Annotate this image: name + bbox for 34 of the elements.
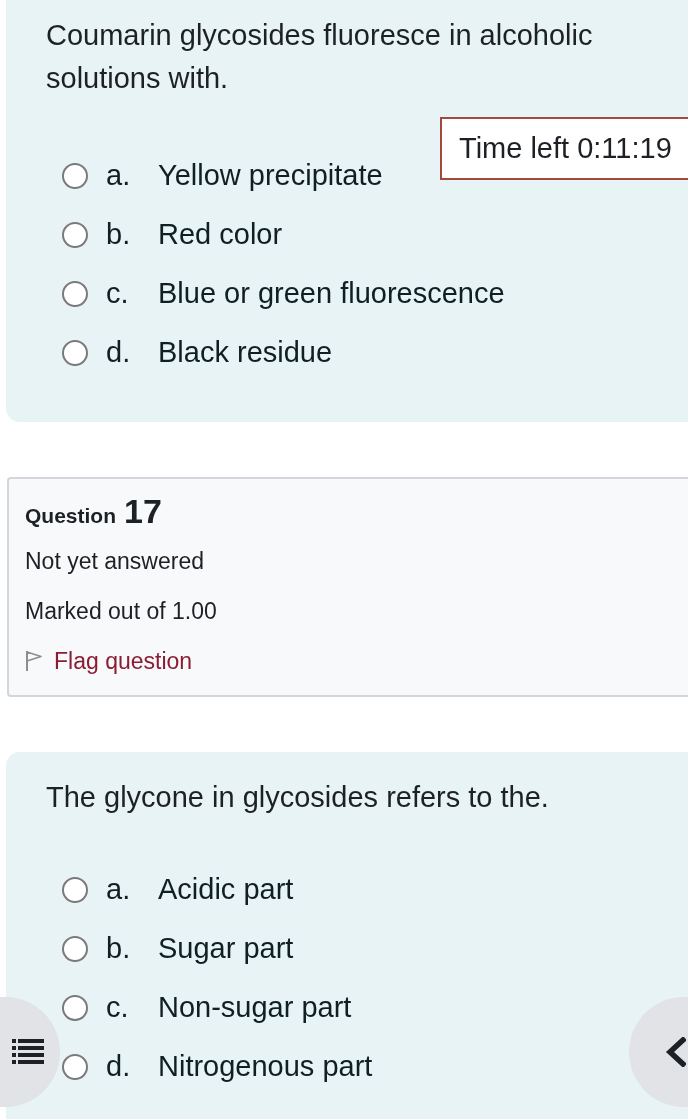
radio-button[interactable] <box>62 1053 88 1080</box>
option-letter: b. <box>106 218 132 251</box>
radio-button[interactable] <box>62 876 88 903</box>
radio-button[interactable] <box>62 994 88 1021</box>
option-label[interactable]: Yellow precipitate <box>158 159 383 192</box>
option-label[interactable]: Blue or green fluorescence <box>158 277 505 310</box>
option-label[interactable]: Non-sugar part <box>158 991 352 1024</box>
question-number: 17 <box>124 491 162 531</box>
question-text: Coumarin glycosides fluoresce in alcoholic solutions with. <box>46 18 594 96</box>
option-letter: a. <box>106 159 132 192</box>
radio-button[interactable] <box>62 339 88 366</box>
option-label[interactable]: Sugar part <box>158 932 294 965</box>
radio-button[interactable] <box>62 162 88 189</box>
option-label[interactable]: Nitrogenous part <box>158 1050 373 1083</box>
radio-button[interactable] <box>62 280 88 307</box>
option-letter: b. <box>106 932 132 965</box>
answer-status: Not yet answered <box>25 547 204 575</box>
timer: Time left 0:11:19 <box>440 117 688 180</box>
option-label[interactable]: Black residue <box>158 336 333 369</box>
flag-question-link[interactable]: Flag question <box>25 647 193 675</box>
question-text: The glycone in glycosides refers to the. <box>46 780 550 815</box>
option-letter: c. <box>106 991 130 1024</box>
list-icon <box>12 1039 44 1065</box>
question-label: Question <box>25 503 116 529</box>
marks-text: Marked out of 1.00 <box>25 597 217 625</box>
option-letter: a. <box>106 873 132 906</box>
option-label[interactable]: Acidic part <box>158 873 294 906</box>
radio-button[interactable] <box>62 935 88 962</box>
radio-button[interactable] <box>62 221 88 248</box>
option-label[interactable]: Red color <box>158 218 283 251</box>
chevron-left-icon <box>664 1037 686 1067</box>
option-letter: d. <box>106 1050 132 1083</box>
option-letter: c. <box>106 277 130 310</box>
option-letter: d. <box>106 336 132 369</box>
